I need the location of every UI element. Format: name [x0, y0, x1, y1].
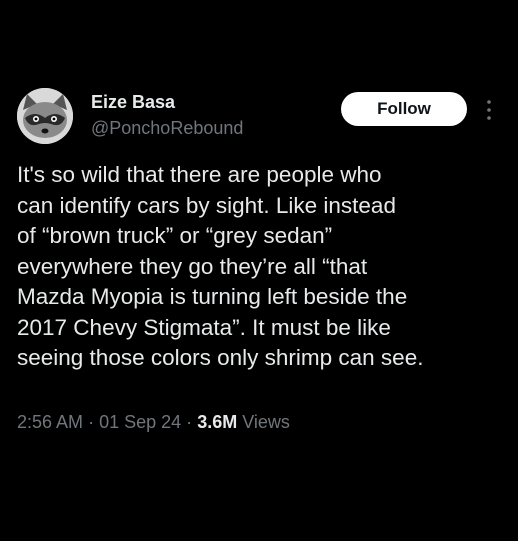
meta-separator: · — [186, 412, 193, 432]
follow-button[interactable]: Follow — [341, 92, 467, 126]
timestamp-date[interactable]: 01 Sep 24 — [99, 412, 181, 432]
tweet-meta: 2:56 AM · 01 Sep 24 · 3.6M Views — [17, 412, 290, 433]
tweet-text-line: seeing those colors only shrimp can see. — [17, 345, 424, 370]
tweet-text-line: 2017 Chevy Stigmata”. It must be like — [17, 314, 391, 340]
timestamp-time[interactable]: 2:56 AM — [17, 412, 83, 432]
avatar[interactable] — [17, 88, 73, 144]
meta-separator: · — [88, 412, 95, 432]
tweet-text-line: can identify cars by sight. Like instead — [17, 192, 396, 218]
tweet-text-line: It's so wild that there are people who — [17, 162, 382, 187]
raccoon-avatar-icon — [17, 88, 73, 144]
username-handle[interactable]: @PonchoRebound — [91, 118, 243, 139]
views-count[interactable]: 3.6M — [197, 412, 237, 432]
views-label: Views — [242, 412, 290, 432]
tweet-text-line: of “brown truck” or “grey sedan” — [17, 223, 333, 248]
display-name[interactable]: Eize Basa — [91, 92, 175, 113]
tweet-text-line: Mazda Myopia is turning left beside the — [17, 284, 408, 309]
tweet-text-line: everywhere they go they’re all “that — [17, 253, 368, 279]
tweet-text: It's so wild that there are people who c… — [17, 160, 507, 374]
vertical-ellipsis-icon[interactable] — [484, 98, 494, 122]
